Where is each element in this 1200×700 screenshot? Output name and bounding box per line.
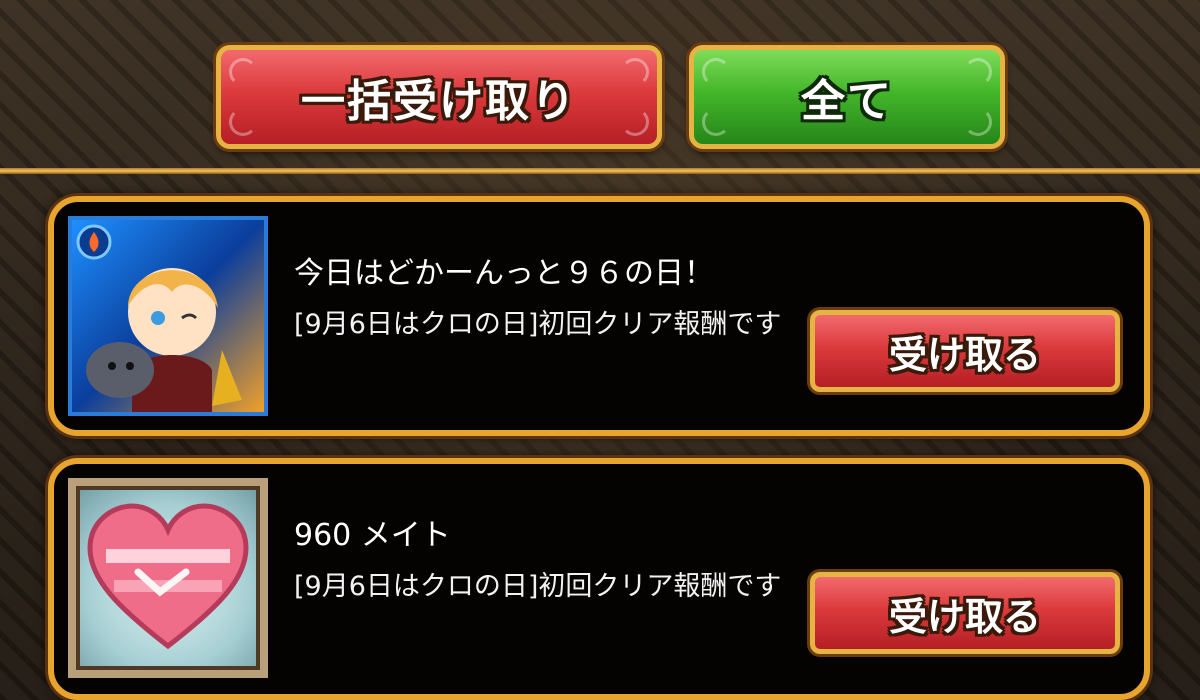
bulk-receive-label: 一括受け取り	[301, 76, 577, 127]
reward-description: [9月6日はクロの日]初回クリア報酬です	[294, 571, 782, 602]
receive-button[interactable]: 受け取る	[810, 572, 1120, 654]
ornament-icon	[229, 58, 257, 86]
ornament-icon	[621, 58, 649, 86]
reward-title: 今日はどかーんっと９６の日！	[294, 256, 714, 291]
bulk-receive-button[interactable]: 一括受け取り	[216, 45, 662, 149]
filter-all-button[interactable]: 全て	[689, 45, 1005, 149]
ornament-icon	[702, 58, 730, 86]
reward-card: 今日はどかーんっと９６の日！ [9月6日はクロの日]初回クリア報酬です 受け取る	[48, 196, 1150, 436]
ornament-icon	[964, 58, 992, 86]
ornament-icon	[229, 108, 257, 136]
reward-title: 960 メイト	[294, 518, 451, 553]
ornament-icon	[702, 108, 730, 136]
top-bar: 一括受け取り 全て	[0, 0, 1200, 172]
character-card-icon	[68, 216, 268, 416]
reward-description: [9月6日はクロの日]初回クリア報酬です	[294, 309, 782, 340]
reward-card: 960 メイト [9月6日はクロの日]初回クリア報酬です 受け取る	[48, 458, 1150, 700]
friendship-heart-icon	[68, 478, 268, 678]
ornament-icon	[621, 108, 649, 136]
filter-all-label: 全て	[801, 76, 893, 127]
ornament-icon	[964, 108, 992, 136]
header-divider	[0, 168, 1200, 174]
receive-button[interactable]: 受け取る	[810, 310, 1120, 392]
